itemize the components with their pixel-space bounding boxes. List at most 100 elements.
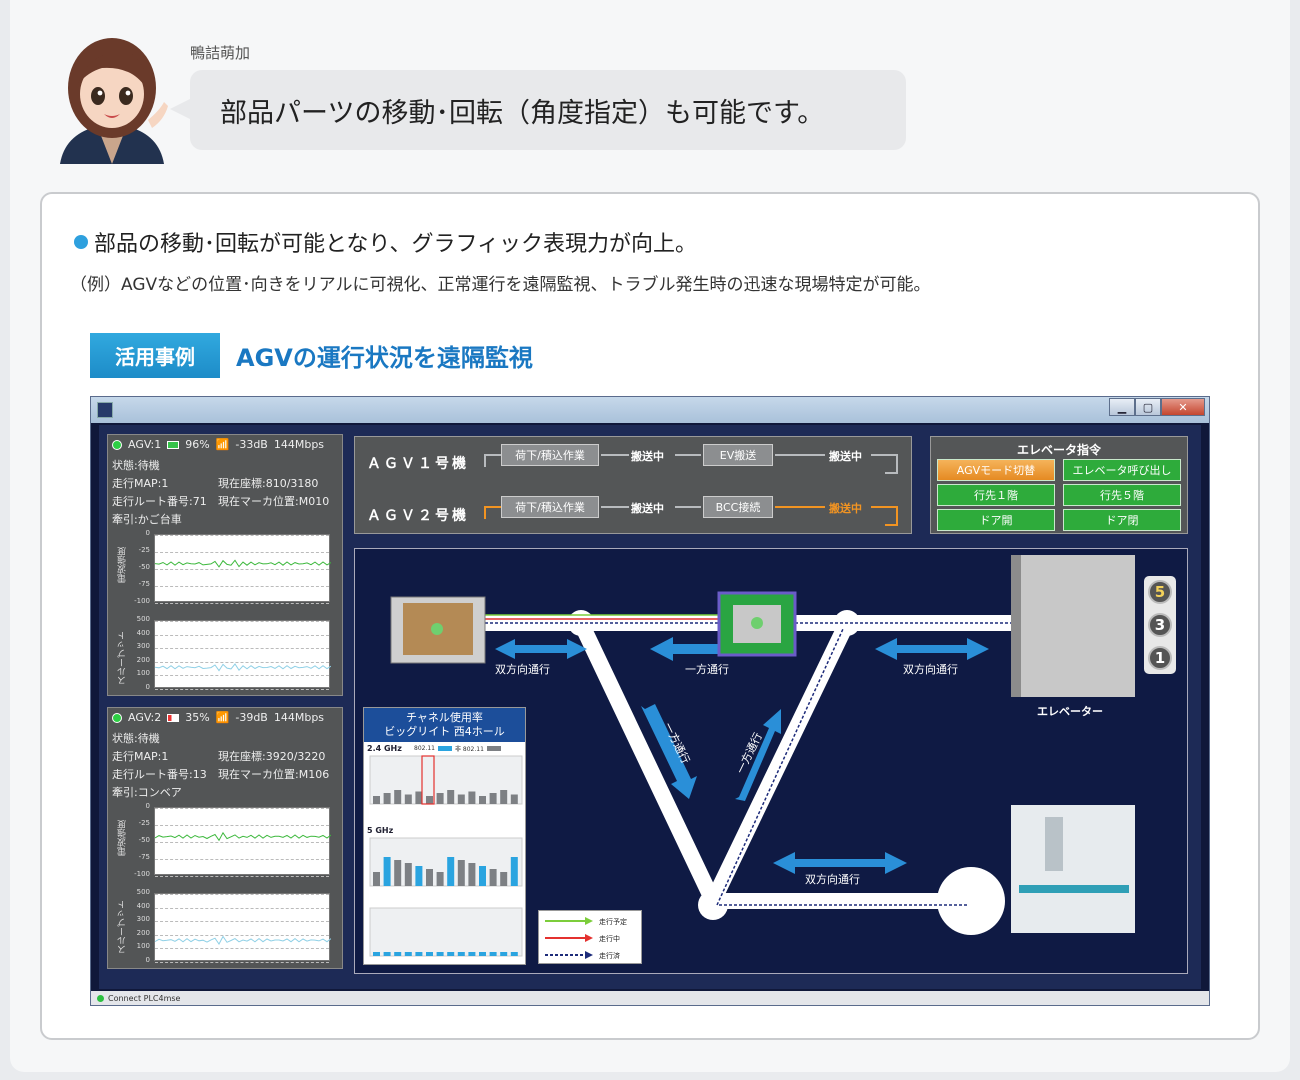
channel-bar xyxy=(510,857,518,886)
agv-online-icon xyxy=(112,439,122,450)
agv-tow: 牽引:かご台車 xyxy=(112,513,182,526)
y-tick-label: -25 xyxy=(138,546,150,554)
elevator-wall xyxy=(1011,555,1021,697)
channel-bar xyxy=(373,872,380,886)
agv-battery: 96% xyxy=(185,438,210,451)
channel-bar xyxy=(436,872,444,886)
channel-bar xyxy=(404,863,412,886)
agv2-marker xyxy=(751,617,763,629)
signal-graph-line xyxy=(155,831,331,842)
channel-bar xyxy=(383,952,391,956)
y-tick-label: 200 xyxy=(136,655,150,664)
agv2-step1: 荷下/積込作業 xyxy=(501,496,599,518)
channel-bar xyxy=(479,952,486,956)
agv-tow: 牽引:コンベア xyxy=(112,786,182,799)
y-tick-label: -75 xyxy=(138,580,150,588)
signal-graph-line xyxy=(155,559,331,568)
elevator-call-button[interactable]: エレベータ呼び出し xyxy=(1063,459,1181,481)
minimize-button[interactable]: ▁ xyxy=(1109,398,1135,416)
channel-bar xyxy=(373,796,380,804)
legend-planned: 走行予定 xyxy=(599,918,627,926)
speech-text: 部品パーツの移動･回転（角度指定）も可能です。 xyxy=(220,97,825,129)
signal-icon: 📶 xyxy=(215,711,230,724)
agv-flow-panel: ＡＧＶ１号機 荷下/積込作業 搬送中 EV搬送 搬送中 ＡＧＶ２号機 荷下/積込… xyxy=(354,436,912,534)
window-titlebar[interactable]: ▁ ▢ ✕ xyxy=(91,397,1209,423)
agv-signal: -39dB xyxy=(235,711,268,724)
channel-bar xyxy=(457,794,465,804)
channel-bar xyxy=(510,794,518,804)
conveyor-belt xyxy=(1019,885,1129,893)
door-close-button[interactable]: ドア閉 xyxy=(1063,509,1181,531)
channel-bar xyxy=(426,869,433,886)
junction-3 xyxy=(698,890,728,920)
y-tick-label: -100 xyxy=(134,597,150,605)
close-button[interactable]: ✕ xyxy=(1161,398,1205,416)
agv-map: 走行MAP:1 xyxy=(112,750,169,763)
feature-bullet: 部品の移動･回転が可能となり、グラフィック表現力が向上。 xyxy=(74,226,697,258)
y-tick-label: 500 xyxy=(136,615,150,623)
elevator-command-title: エレベータ指令 xyxy=(1016,443,1101,457)
channel-bar xyxy=(447,790,455,804)
y-tick-label: 400 xyxy=(136,628,150,637)
throughput-graph xyxy=(154,893,331,963)
bullet-dot-icon xyxy=(74,235,88,249)
channel-bar xyxy=(404,952,412,956)
channel-bar xyxy=(426,952,433,956)
legend-lines xyxy=(545,917,593,959)
agv-mode-button[interactable]: AGVモード切替 xyxy=(937,459,1055,481)
y-tick-label: 0 xyxy=(145,529,150,537)
gridline xyxy=(155,603,329,604)
floor-5-button[interactable]: 行先５階 xyxy=(1063,484,1181,506)
floor-5-indicator: 5 xyxy=(1148,580,1172,604)
one-way-arrow-top xyxy=(650,637,725,661)
case-tag: 活用事例 xyxy=(90,333,220,378)
floor-3-indicator: 3 xyxy=(1148,613,1172,637)
agv-speed: 144Mbps xyxy=(273,711,325,724)
two-way-arrow-2 xyxy=(875,638,989,660)
status-text: Connect PLC4mse xyxy=(108,993,181,1003)
channel-bar xyxy=(489,793,497,804)
agv-battery: 35% xyxy=(185,711,210,724)
feature-example: （例）AGVなどの位置･向きをリアルに可視化、正常運行を遠隔監視、トラブル発生時… xyxy=(70,275,931,295)
y-tick-label: -50 xyxy=(138,836,150,844)
channel-bar xyxy=(394,790,402,804)
channel-bar xyxy=(447,857,455,886)
agv-route: 走行ルート番号:71 xyxy=(112,495,207,508)
legend-running-arrow xyxy=(585,934,593,942)
floor-1-button[interactable]: 行先１階 xyxy=(937,484,1055,506)
agv-route: 走行ルート番号:13 xyxy=(112,768,207,781)
agv1-flow-label: ＡＧＶ１号機 xyxy=(367,456,469,472)
channel-bar xyxy=(500,872,508,886)
window-controls: ▁ ▢ ✕ xyxy=(1109,398,1205,416)
agv-name: AGV:1 xyxy=(128,438,162,451)
maximize-button[interactable]: ▢ xyxy=(1135,398,1161,416)
channel-bar xyxy=(489,869,497,886)
avatar xyxy=(60,38,168,164)
channel-bar xyxy=(510,952,518,956)
y-tick-label: 500 xyxy=(136,888,150,896)
agv-online-icon xyxy=(112,712,122,723)
flow-line-2a xyxy=(484,506,501,519)
elevator-command-panel: エレベータ指令 AGVモード切替 エレベータ呼び出し 行先１階 行先５階 ドア開… xyxy=(930,436,1188,534)
gridline xyxy=(155,962,329,963)
channel-bar xyxy=(415,866,423,886)
battery-icon xyxy=(167,713,180,722)
signal-graph-trace xyxy=(155,559,331,568)
door-open-button[interactable]: ドア開 xyxy=(937,509,1055,531)
channel-bar xyxy=(500,790,508,804)
y-tick-label: 200 xyxy=(136,928,150,937)
label-two-way-2: 双方向通行 xyxy=(903,663,958,676)
route-legend: 走行予定 走行中 走行済 xyxy=(538,910,642,964)
channel-bar xyxy=(457,860,465,886)
label-one-way-top: 一方通行 xyxy=(685,663,729,676)
bcc-station xyxy=(937,867,1005,935)
y-tick-label: -50 xyxy=(138,563,150,571)
y-tick-label: 0 xyxy=(145,683,150,691)
channel-chart-bg xyxy=(369,755,523,805)
agv-coord: 現在座標:3920/3220 xyxy=(218,750,326,763)
agv2-step2: BCC接続 xyxy=(703,496,773,518)
signal-icon: 📶 xyxy=(215,438,230,451)
y-tick-label: 300 xyxy=(136,642,150,651)
window-statusbar: Connect PLC4mse xyxy=(91,991,1209,1005)
label-two-way-1: 双方向通行 xyxy=(495,663,550,676)
